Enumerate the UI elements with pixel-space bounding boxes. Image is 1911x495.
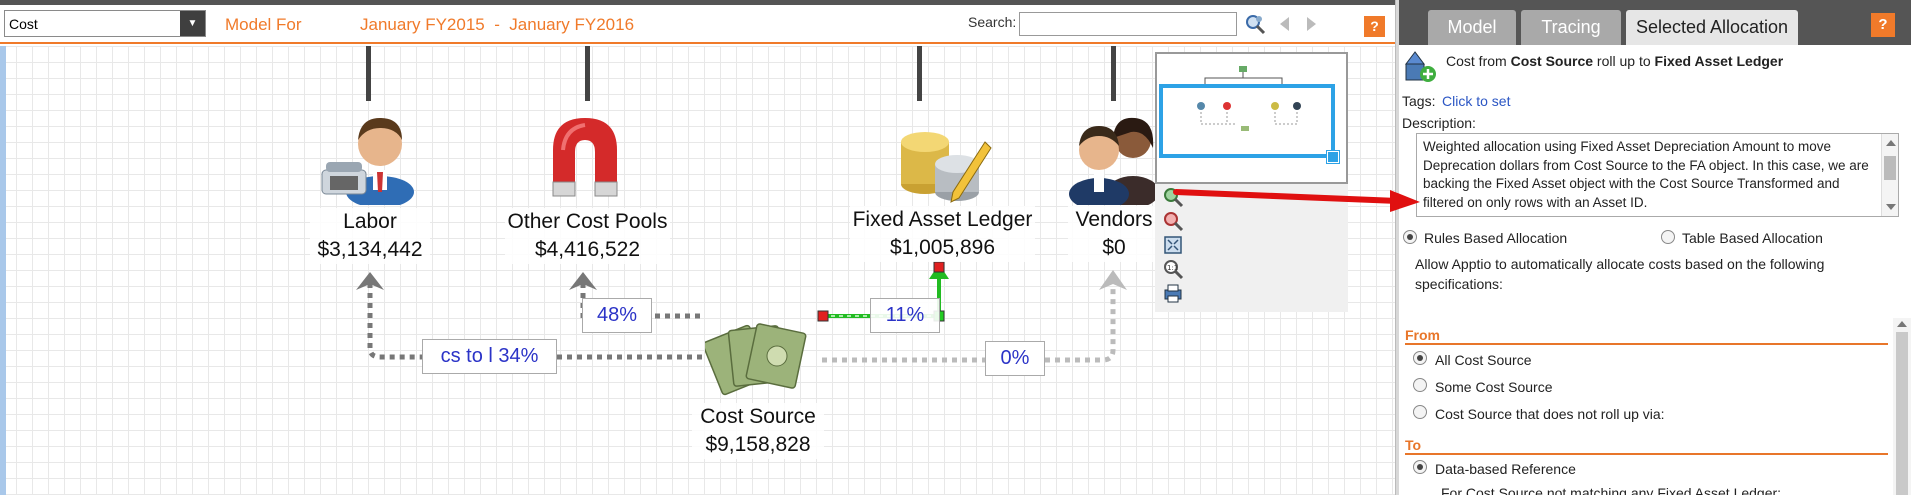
vendors-allocation-line[interactable] xyxy=(1045,285,1116,363)
from-not-rollup-label: Cost Source that does not roll up via: xyxy=(1435,406,1665,422)
allocation-label-fixed-asset-ledger[interactable]: 11% xyxy=(870,298,940,333)
scroll-up-icon[interactable] xyxy=(1897,321,1907,327)
magnet-icon[interactable] xyxy=(535,110,630,205)
selection-handle[interactable] xyxy=(933,261,945,273)
description-textarea[interactable]: Weighted allocation using Fixed Asset De… xyxy=(1416,133,1899,217)
from-not-rollup-radio[interactable] xyxy=(1413,405,1427,419)
labor-amount: $3,134,442 xyxy=(317,238,423,261)
annotation-arrow-icon xyxy=(1173,189,1420,212)
description-scrollbar[interactable] xyxy=(1881,134,1898,216)
title-source: Cost Source xyxy=(1510,53,1594,69)
svg-text:1:1: 1:1 xyxy=(1167,264,1178,272)
fixed-asset-ledger-node-label[interactable]: Fixed Asset Ledger $1,005,896 xyxy=(850,206,1035,262)
tab-selected-allocation[interactable]: Selected Allocation xyxy=(1626,10,1798,45)
labor-node-label[interactable]: Labor $3,134,442 xyxy=(310,208,430,264)
scroll-thumb[interactable] xyxy=(1884,156,1896,180)
title-middle: roll up to xyxy=(1593,53,1655,69)
labor-allocation-line[interactable] xyxy=(367,283,425,360)
allocation-label-labor[interactable]: cs to l 34% xyxy=(422,339,557,374)
scroll-thumb[interactable] xyxy=(1896,332,1908,495)
panel-scrollbar[interactable] xyxy=(1893,318,1911,495)
actual-size-icon[interactable]: 1:1 xyxy=(1162,258,1184,280)
to-data-based-label: Data-based Reference xyxy=(1435,461,1576,477)
arrow-head-icon xyxy=(1099,270,1127,290)
labor-name: Labor xyxy=(343,210,397,233)
cost-source-name: Cost Source xyxy=(700,405,816,428)
tab-model[interactable]: Model xyxy=(1428,10,1516,45)
zoom-out-icon[interactable] xyxy=(1162,210,1184,232)
panel-help-button[interactable]: ? xyxy=(1871,13,1895,37)
vendors-people-icon[interactable] xyxy=(1065,110,1160,205)
fixed-asset-ledger-name: Fixed Asset Ledger xyxy=(852,208,1033,231)
cost-source-amount: $9,158,828 xyxy=(705,433,811,456)
to-divider xyxy=(1405,453,1888,455)
print-icon[interactable] xyxy=(1162,282,1184,304)
cost-source-node-label[interactable]: Cost Source $9,158,828 xyxy=(692,403,824,459)
from-some-label: Some Cost Source xyxy=(1435,379,1553,395)
title-prefix: Cost from xyxy=(1446,53,1511,69)
fixed-asset-ledger-amount: $1,005,896 xyxy=(889,236,996,259)
from-divider xyxy=(1405,343,1888,345)
app-window: Cost ▼ Model For January FY2015 - Januar… xyxy=(0,0,1911,495)
allocation-explanation: Allow Apptio to automatically allocate c… xyxy=(1415,256,1825,292)
navigator-viewport[interactable] xyxy=(1159,84,1335,158)
fit-to-screen-icon[interactable] xyxy=(1162,234,1184,256)
title-target: Fixed Asset Ledger xyxy=(1654,53,1784,69)
description-label: Description: xyxy=(1402,115,1476,131)
table-based-radio[interactable] xyxy=(1661,230,1675,244)
money-stack-icon[interactable] xyxy=(705,318,810,398)
coins-pencil-icon[interactable] xyxy=(893,112,993,207)
other-cost-pools-amount: $4,416,522 xyxy=(534,238,641,261)
to-partial-text: For Cost Source not matching any Fixed A… xyxy=(1441,485,1782,495)
other-cost-pools-name: Other Cost Pools xyxy=(507,210,668,233)
vendors-amount: $0 xyxy=(1102,236,1126,259)
from-some-radio[interactable] xyxy=(1413,378,1427,392)
vendors-node-label[interactable]: Vendors $0 xyxy=(1068,206,1160,262)
vendors-name: Vendors xyxy=(1075,208,1153,231)
navigator-resize-handle[interactable] xyxy=(1326,150,1340,164)
from-all-radio[interactable] xyxy=(1413,351,1427,365)
model-pane: Cost ▼ Model For January FY2015 - Januar… xyxy=(0,0,1395,495)
tab-tracing[interactable]: Tracing xyxy=(1521,10,1621,45)
navigator-minimap[interactable] xyxy=(1155,52,1348,184)
scroll-down-icon[interactable] xyxy=(1886,204,1896,210)
rules-based-radio[interactable] xyxy=(1403,230,1417,244)
labor-icon[interactable] xyxy=(318,110,418,205)
tags-label: Tags: xyxy=(1402,93,1436,109)
from-all-label: All Cost Source xyxy=(1435,352,1532,368)
allocation-label-vendors[interactable]: 0% xyxy=(985,341,1045,376)
to-heading: To xyxy=(1405,437,1422,453)
allocation-rollup-icon xyxy=(1405,51,1436,82)
panel-tab-bar: Model Tracing Selected Allocation ? xyxy=(1399,0,1911,45)
allocation-label-other-cost-pools[interactable]: 48% xyxy=(582,298,652,333)
to-data-based-radio[interactable] xyxy=(1413,460,1427,474)
scroll-up-icon[interactable] xyxy=(1886,140,1896,146)
details-panel: Model Tracing Selected Allocation ? Cost… xyxy=(1399,0,1911,495)
allocation-title: Cost from Cost Source roll up to Fixed A… xyxy=(1446,53,1783,69)
tags-set-link[interactable]: Click to set xyxy=(1442,93,1510,109)
other-cost-pools-node-label[interactable]: Other Cost Pools $4,416,522 xyxy=(505,208,670,264)
description-text: Weighted allocation using Fixed Asset De… xyxy=(1423,139,1869,210)
selection-handle[interactable] xyxy=(817,310,829,322)
rules-based-label: Rules Based Allocation xyxy=(1424,230,1568,246)
table-based-label: Table Based Allocation xyxy=(1682,230,1823,246)
from-heading: From xyxy=(1405,327,1440,343)
